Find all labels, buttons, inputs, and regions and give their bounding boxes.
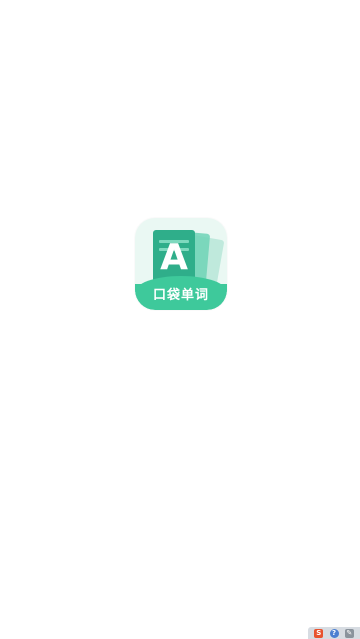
sogou-ime-icon[interactable]: S — [314, 628, 324, 638]
pen-icon[interactable]: ✎ — [344, 628, 354, 638]
app-logo: A 口袋单词 — [135, 218, 227, 310]
ime-tray: S ? ✎ — [308, 627, 360, 639]
logo-letter: A — [160, 237, 188, 278]
app-name-label: 口袋单词 — [152, 288, 209, 303]
logo-label-band: 口袋单词 — [135, 276, 227, 310]
splash-screen: A 口袋单词 S ? ✎ — [0, 0, 360, 639]
help-icon[interactable]: ? — [329, 628, 339, 638]
